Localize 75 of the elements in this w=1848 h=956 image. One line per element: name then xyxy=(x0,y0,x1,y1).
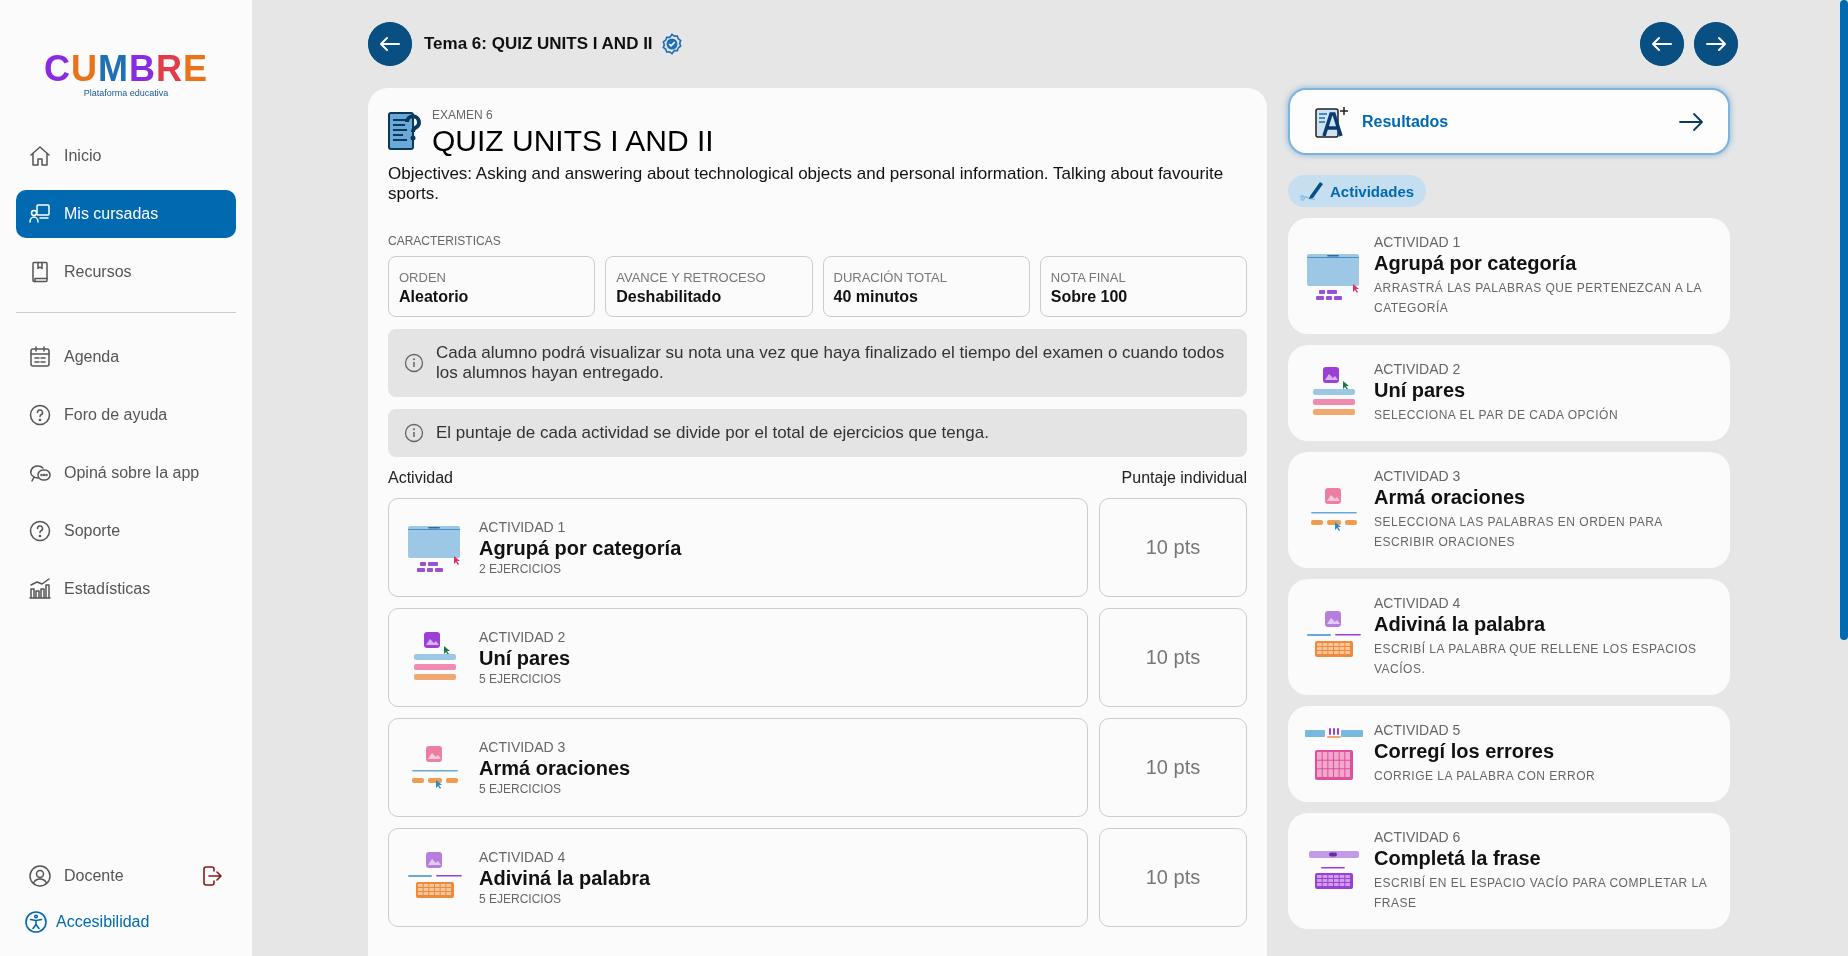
activity-row[interactable]: ACTIVIDAD 4 Adiviná la palabra 5 EJERCICIOS xyxy=(388,828,1088,927)
nav-item[interactable]: Inicio xyxy=(16,132,236,180)
nav-item[interactable]: Mis cursadas xyxy=(16,190,236,238)
activity-name: Adiviná la palabra xyxy=(1374,613,1547,636)
feature-value: 40 minutos xyxy=(833,288,919,306)
nav-item[interactable]: Agenda xyxy=(16,333,236,381)
feature-value: Deshabilitado xyxy=(616,288,723,306)
activity-name: Uní pares xyxy=(1374,379,1467,402)
activity-number: ACTIVIDAD 5 xyxy=(1374,722,1462,738)
activity-name: Corregí los errores xyxy=(1374,740,1556,763)
score-cell: 10 pts xyxy=(1099,828,1247,927)
score-cell: 10 pts xyxy=(1099,498,1247,597)
activity-instruction: ESCRIBÍ EN EL ESPACIO VACÍO PARA COMPLETAR LA FRASE xyxy=(1374,874,1708,912)
nav-item[interactable]: Recursos xyxy=(16,248,236,296)
user-profile[interactable]: Docente xyxy=(28,864,124,888)
score-cell: 10 pts xyxy=(1099,718,1247,817)
exercise-count: 2 EJERCICIOS xyxy=(479,562,563,576)
activity-name: Completá la frase xyxy=(1374,847,1542,870)
activity-card[interactable]: ACTIVIDAD 5 Corregí los errores CORRIGE LA PALABRA CON ERROR xyxy=(1288,706,1730,802)
activity-name: Agrupá por categoría xyxy=(479,537,682,560)
activity-card[interactable]: ACTIVIDAD 2 Uní pares SELECCIONA EL PAR DE CADA OPCIÓN xyxy=(1288,345,1730,441)
feature-label: NOTA FINAL xyxy=(1050,270,1127,285)
exercise-count: 5 EJERCICIOS xyxy=(479,782,563,796)
activity-instruction: ESCRIBÍ LA PALABRA QUE RELLENE LOS ESPACIOS VACÍOS. xyxy=(1374,640,1698,678)
activity-row[interactable]: ACTIVIDAD 1 Agrupá por categoría 2 EJERCICIOS xyxy=(388,498,1088,597)
activity-name: Armá oraciones xyxy=(1374,486,1527,509)
exam-title: QUIZ UNITS I AND II xyxy=(432,124,714,158)
feature-label: AVANCE Y RETROCESO xyxy=(616,270,767,285)
score-cell: 10 pts xyxy=(1099,608,1247,707)
exam-number: EXAMEN 6 xyxy=(432,108,494,122)
activity-instruction: CORRIGE LA PALABRA CON ERROR xyxy=(1374,768,1596,785)
activity-number: ACTIVIDAD 4 xyxy=(479,849,567,865)
activity-number: ACTIVIDAD 1 xyxy=(1374,234,1462,250)
activity-number: ACTIVIDAD 1 xyxy=(479,519,567,535)
nav-item[interactable]: Estadísticas xyxy=(16,565,236,613)
activity-card[interactable]: ACTIVIDAD 1 Agrupá por categoría ARRASTRÁ LAS PALABRAS QUE PERTENEZCAN A LA CATEGORÍA xyxy=(1288,218,1730,334)
activity-number: ACTIVIDAD 2 xyxy=(1374,361,1462,377)
activity-card[interactable]: ACTIVIDAD 6 Completá la frase ESCRIBÍ EN EL ESPACIO VACÍO PARA COMPLETAR LA FRASE xyxy=(1288,813,1730,929)
activity-number: ACTIVIDAD 2 xyxy=(479,629,567,645)
feature-value: Sobre 100 xyxy=(1050,288,1129,306)
activity-number: ACTIVIDAD 6 xyxy=(1374,829,1462,845)
logo-tagline: Plataforma educativa xyxy=(83,88,169,98)
activity-name: Adiviná la palabra xyxy=(479,867,651,890)
activity-instruction: SELECCIONA LAS PALABRAS EN ORDEN PARA ESCRIBIR ORACIONES xyxy=(1374,514,1664,551)
section-label: CARACTERISTICAS xyxy=(388,234,502,248)
note-text: El puntaje de cada actividad se divide por el total de ejercicios que tenga. xyxy=(436,423,989,443)
activity-number: ACTIVIDAD 3 xyxy=(1374,468,1462,484)
feature-value: Aleatorio xyxy=(399,288,470,306)
exercise-count: 5 EJERCICIOS xyxy=(479,672,563,686)
note-text: Cada alumno podrá visualizar su nota una vez que haya finalizado el tiempo del examen o cuando todos los alumnos hayan entregado. xyxy=(436,343,1226,383)
page-title: Tema 6: QUIZ UNITS I AND II xyxy=(424,34,653,54)
feature-label: ORDEN xyxy=(399,270,447,285)
nav-item[interactable]: Soporte xyxy=(16,507,236,555)
activity-name: Uní pares xyxy=(479,647,571,670)
column-header: Puntaje individual xyxy=(1121,469,1247,487)
activity-card[interactable]: ACTIVIDAD 3 Armá oraciones SELECCIONA LAS PALABRAS EN ORDEN PARA ESCRIBIR ORACIONES xyxy=(1288,452,1730,568)
feature-label: DURACIÓN TOTAL xyxy=(833,270,948,285)
accessibility-link[interactable]: Accesibilidad xyxy=(16,900,236,944)
logo: CUMBRE xyxy=(44,50,208,88)
column-header: Actividad xyxy=(388,469,453,487)
nav-item[interactable]: Opiná sobre la app xyxy=(16,449,236,497)
objectives-text: Objectives: Asking and answering about technological objects and personal information. Talking about favourite sports. xyxy=(388,164,1225,204)
activity-name: Agrupá por categoría xyxy=(1374,252,1578,275)
exercise-count: 5 EJERCICIOS xyxy=(479,892,563,906)
results-button[interactable]: Resultados xyxy=(1288,88,1730,155)
activity-number: ACTIVIDAD 4 xyxy=(1374,595,1462,611)
activity-instruction: ARRASTRÁ LAS PALABRAS QUE PERTENEZCAN A LA CATEGORÍA xyxy=(1374,279,1703,317)
activity-row[interactable]: ACTIVIDAD 2 Uní pares 5 EJERCICIOS xyxy=(388,608,1088,707)
activity-name: Armá oraciones xyxy=(479,757,631,780)
activity-instruction: SELECCIONA EL PAR DE CADA OPCIÓN xyxy=(1374,406,1619,424)
activity-row[interactable]: ACTIVIDAD 3 Armá oraciones 5 EJERCICIOS xyxy=(388,718,1088,817)
activity-card[interactable]: ACTIVIDAD 4 Adiviná la palabra ESCRIBÍ LA PALABRA QUE RELLENE LOS ESPACIOS VACÍOS. xyxy=(1288,579,1730,695)
activities-label: Actividades xyxy=(1330,182,1415,200)
nav-item[interactable]: Foro de ayuda xyxy=(16,391,236,439)
activity-number: ACTIVIDAD 3 xyxy=(479,739,567,755)
